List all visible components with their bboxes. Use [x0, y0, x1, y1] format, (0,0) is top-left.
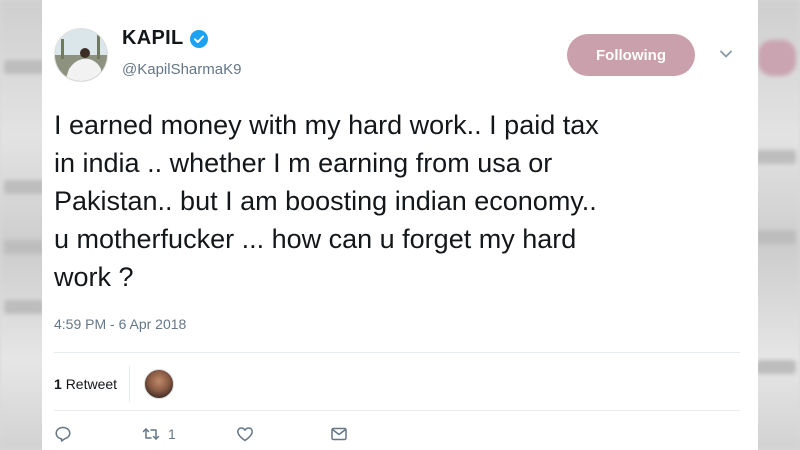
- blur-stripe: [4, 180, 44, 194]
- blur-stripe: [756, 230, 796, 244]
- tweet-text: I earned money with my hard work.. I pai…: [54, 110, 599, 292]
- chevron-down-icon[interactable]: [718, 46, 734, 62]
- retweet-stat[interactable]: 1 Retweet: [54, 376, 117, 392]
- retweet-count: 1: [54, 376, 62, 392]
- divider: [54, 410, 740, 411]
- blur-stripe: [4, 300, 44, 314]
- like-button[interactable]: [236, 425, 254, 443]
- tweet-timestamp[interactable]: 4:59 PM - 6 Apr 2018: [54, 316, 186, 332]
- avatar-image: [55, 29, 107, 81]
- envelope-icon: [331, 427, 347, 441]
- author-name[interactable]: KAPIL: [122, 27, 184, 50]
- blur-stripe: [4, 60, 44, 74]
- background-blur-right: [752, 0, 800, 450]
- divider: [54, 352, 740, 353]
- author-handle[interactable]: @KapilSharmaK9: [122, 61, 241, 78]
- blur-stripe: [4, 240, 44, 254]
- retweet-label: Retweet: [65, 376, 118, 392]
- background-blur-left: [0, 0, 48, 450]
- retweeter-avatar[interactable]: [144, 369, 175, 399]
- blur-accent: [758, 40, 796, 76]
- tweet-card: KAPIL @KapilSharmaK9 Following I earned …: [42, 0, 758, 450]
- reply-icon: [55, 426, 71, 442]
- direct-message-button[interactable]: [330, 425, 348, 443]
- heart-icon: [236, 427, 253, 442]
- blur-stripe: [756, 360, 796, 374]
- retweet-button[interactable]: 1: [142, 425, 176, 443]
- author-name-row: KAPIL: [122, 27, 208, 50]
- verified-badge-icon: [189, 29, 208, 48]
- retweet-action-count: 1: [168, 426, 176, 442]
- reply-button[interactable]: [54, 425, 72, 443]
- tweet-stats: 1 Retweet: [54, 366, 175, 402]
- following-button[interactable]: Following: [567, 34, 695, 76]
- blur-stripe: [756, 150, 796, 164]
- tweet-actions: 1: [54, 425, 348, 443]
- author-avatar[interactable]: [54, 28, 108, 82]
- stats-separator: [129, 366, 131, 402]
- retweet-icon: [142, 428, 160, 440]
